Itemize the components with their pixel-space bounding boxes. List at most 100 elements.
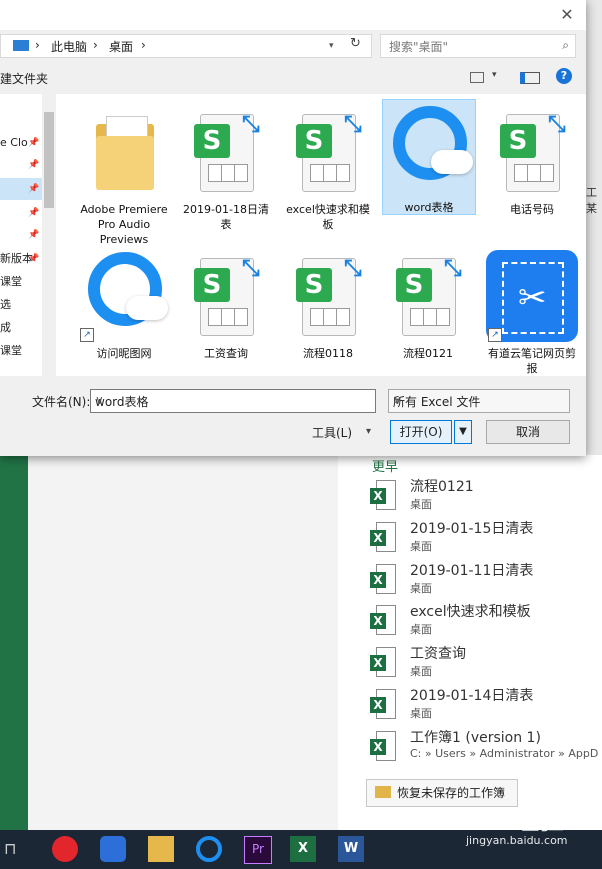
cancel-button[interactable]: 取消	[486, 420, 570, 444]
nav-item-label: 成	[0, 321, 11, 334]
scrollbar-thumb[interactable]	[44, 112, 54, 208]
recent-file-name: 2019-01-15日清表	[410, 521, 534, 537]
new-folder-button[interactable]: 建文件夹	[0, 70, 48, 87]
nav-item[interactable]: e Clo 📌	[0, 132, 42, 154]
recent-file-name: 工作簿1 (version 1)	[410, 730, 541, 746]
open-file-dialog: ✕ › 此电脑 › 桌面 › ▾ ↻ 搜索"桌面" ⌕ 建文件夹 ▾ ? e C…	[0, 0, 597, 456]
nav-item[interactable]: 📌	[0, 224, 42, 246]
recent-file-location: 桌面	[410, 540, 432, 553]
recent-file-location: C: » Users » Administrator » AppD	[410, 747, 599, 760]
file-item[interactable]: S ⤡ 电话号码	[486, 102, 578, 222]
breadcrumb-this-pc[interactable]: 此电脑	[51, 38, 87, 55]
chevron-right-icon[interactable]: ›	[93, 38, 98, 52]
excel-taskbar-icon[interactable]: X	[290, 836, 316, 862]
nav-item[interactable]: 成	[0, 317, 42, 339]
pin-icon: 📌	[28, 208, 40, 218]
recent-file-item[interactable]: X 工资查询 桌面	[370, 643, 602, 683]
file-name: 流程0118	[303, 347, 353, 360]
excel-file-icon: X	[370, 605, 396, 635]
baidu-watermark: Bai 经验 jingyan.baidu.com	[462, 800, 568, 847]
help-icon[interactable]: ?	[556, 68, 572, 84]
close-icon[interactable]: ✕	[556, 4, 578, 26]
nav-item[interactable]: 新版本 📌	[0, 248, 42, 270]
recent-file-item[interactable]: X 流程0121 桌面	[370, 476, 602, 516]
file-item[interactable]: S ⤡ 流程0118	[282, 246, 374, 362]
chevron-down-icon[interactable]: ▾	[366, 426, 371, 437]
nav-item[interactable]: 选	[0, 294, 42, 316]
breadcrumb-desktop[interactable]: 桌面	[109, 38, 133, 55]
file-explorer-icon[interactable]	[148, 836, 174, 862]
netease-music-icon[interactable]	[52, 836, 78, 862]
file-item[interactable]: ↗ 访问昵图网	[78, 246, 170, 362]
wps-icon[interactable]	[100, 836, 126, 862]
folder-icon	[96, 116, 154, 190]
wps-sheet-icon: S ⤡	[396, 256, 462, 336]
chevron-right-icon[interactable]: ›	[141, 38, 146, 52]
recent-section-label: 更早	[372, 460, 399, 475]
recent-file-item[interactable]: X 2019-01-15日清表 桌面	[370, 518, 602, 558]
tools-button[interactable]: 工具(L)	[312, 424, 352, 441]
chevron-right-icon[interactable]: ›	[35, 38, 40, 52]
file-name: 访问昵图网	[96, 347, 152, 360]
file-item[interactable]: S ⤡ 工资查询	[180, 246, 272, 362]
chevron-down-icon[interactable]: ▾	[329, 41, 334, 51]
excel-file-icon: X	[370, 522, 396, 552]
view-options-icon[interactable]	[470, 72, 484, 83]
qq-browser-icon[interactable]	[196, 836, 222, 862]
file-item-selected[interactable]: word表格	[382, 99, 476, 215]
nav-item[interactable]: 📌	[0, 154, 42, 176]
word-taskbar-icon[interactable]: W	[338, 836, 364, 862]
preview-pane-icon[interactable]	[520, 72, 540, 84]
nav-item-label: 课堂	[0, 344, 22, 357]
watermark-url: jingyan.baidu.com	[466, 834, 568, 847]
search-placeholder: 搜索"桌面"	[389, 40, 449, 54]
chevron-down-icon[interactable]: ▾	[492, 70, 497, 80]
address-bar[interactable]: › 此电脑 › 桌面 › ▾	[0, 34, 372, 58]
premiere-icon[interactable]: Pr	[244, 836, 272, 864]
nav-item-label: 选	[0, 298, 11, 311]
computer-icon	[13, 40, 29, 51]
file-name: word表格	[404, 201, 454, 214]
nav-item[interactable]: 📌	[0, 202, 42, 224]
recent-file-item[interactable]: X 工作簿1 (version 1) C: » Users » Administ…	[370, 727, 602, 767]
filetype-select[interactable]: 所有 Excel 文件 ∨	[388, 389, 570, 413]
excel-file-icon: X	[370, 564, 396, 594]
file-item[interactable]: S ⤡ 流程0121	[382, 246, 474, 362]
search-input[interactable]: 搜索"桌面" ⌕	[380, 34, 576, 58]
nav-item[interactable]: 课堂	[0, 271, 42, 293]
watermark-brand: Bai 经验	[462, 806, 564, 836]
nav-item-label: e Clo	[0, 136, 28, 149]
file-name: 电话号码	[510, 203, 554, 216]
cloud-icon	[431, 150, 473, 174]
file-item[interactable]: Adobe Premiere Pro Audio Previews	[78, 102, 170, 246]
recent-file-name: 工资查询	[410, 646, 466, 662]
wps-sheet-icon: S ⤡	[194, 256, 260, 336]
excel-file-icon: X	[370, 731, 396, 761]
recent-file-item[interactable]: X 2019-01-14日清表 桌面	[370, 685, 602, 725]
nav-item-selected[interactable]: 📌	[0, 178, 42, 200]
file-name: excel快速求和模板	[286, 203, 370, 231]
excel-backstage-panel	[28, 455, 366, 830]
cloud-icon	[126, 296, 168, 320]
file-name: 有道云笔记网页剪报	[488, 347, 576, 375]
nav-item[interactable]: 课堂	[0, 340, 42, 362]
filename-input[interactable]: word表格 ∨	[90, 389, 376, 413]
chevron-down-icon[interactable]: ∨	[95, 393, 371, 407]
refresh-icon[interactable]: ↻	[350, 36, 366, 54]
task-view-icon[interactable]: ⊓	[4, 836, 30, 862]
recent-file-name: 2019-01-14日清表	[410, 688, 534, 704]
recent-file-location: 桌面	[410, 582, 432, 595]
pin-icon: 📌	[28, 230, 40, 240]
file-name: 2019-01-18日清表	[183, 203, 269, 231]
recent-file-location: 桌面	[410, 665, 432, 678]
recent-file-item[interactable]: X 2019-01-11日清表 桌面	[370, 560, 602, 600]
file-item[interactable]: S ⤡ excel快速求和模板	[282, 102, 374, 236]
pin-icon: 📌	[28, 184, 40, 194]
recent-file-item[interactable]: X excel快速求和模板 桌面	[370, 601, 602, 641]
open-dropdown-button[interactable]: ▼	[454, 420, 472, 444]
excel-file-icon: X	[370, 480, 396, 510]
dialog-titlebar: ✕	[0, 0, 586, 30]
file-item[interactable]: ✂ ↗ 有道云笔记网页剪报	[486, 246, 578, 375]
open-button[interactable]: 打开(O)	[390, 420, 452, 444]
file-item[interactable]: S ⤡ 2019-01-18日清表	[180, 102, 272, 236]
